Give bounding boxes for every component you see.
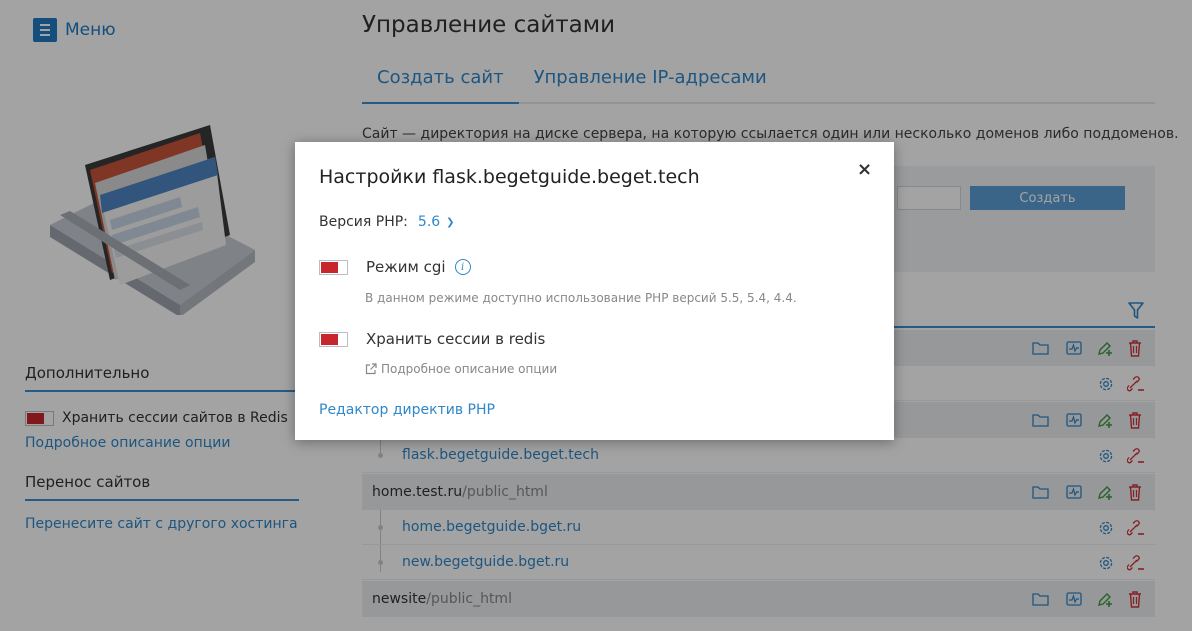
php-version-select[interactable]: 5.6 ❯ [418,214,455,230]
redis-details-label: Подробное описание опции [381,362,558,376]
cgi-hint: В данном режиме доступно использование P… [365,291,797,305]
cgi-option-row: Режим cgi i [319,258,471,276]
site-settings-modal: Настройки flask.begetguide.beget.tech × … [295,142,894,440]
php-version-row: Версия PHP: 5.6 ❯ [319,214,455,230]
external-link-icon [365,363,377,375]
php-directives-editor-link[interactable]: Редактор директив PHP [319,402,495,418]
cgi-label: Режим cgi [366,258,446,276]
chevron-down-icon: ❯ [446,216,455,228]
redis-toggle[interactable] [319,331,348,347]
redis-option-row: Хранить сессии в redis [319,330,545,348]
php-version-label: Версия PHP: [319,214,408,230]
php-version-value: 5.6 [417,214,441,230]
info-icon[interactable]: i [454,259,471,275]
modal-title: Настройки flask.begetguide.beget.tech [319,166,700,188]
redis-details-link[interactable]: Подробное описание опции [365,362,557,376]
cgi-toggle[interactable] [319,259,348,275]
close-icon[interactable]: × [857,161,872,179]
redis-label: Хранить сессии в redis [366,330,546,348]
